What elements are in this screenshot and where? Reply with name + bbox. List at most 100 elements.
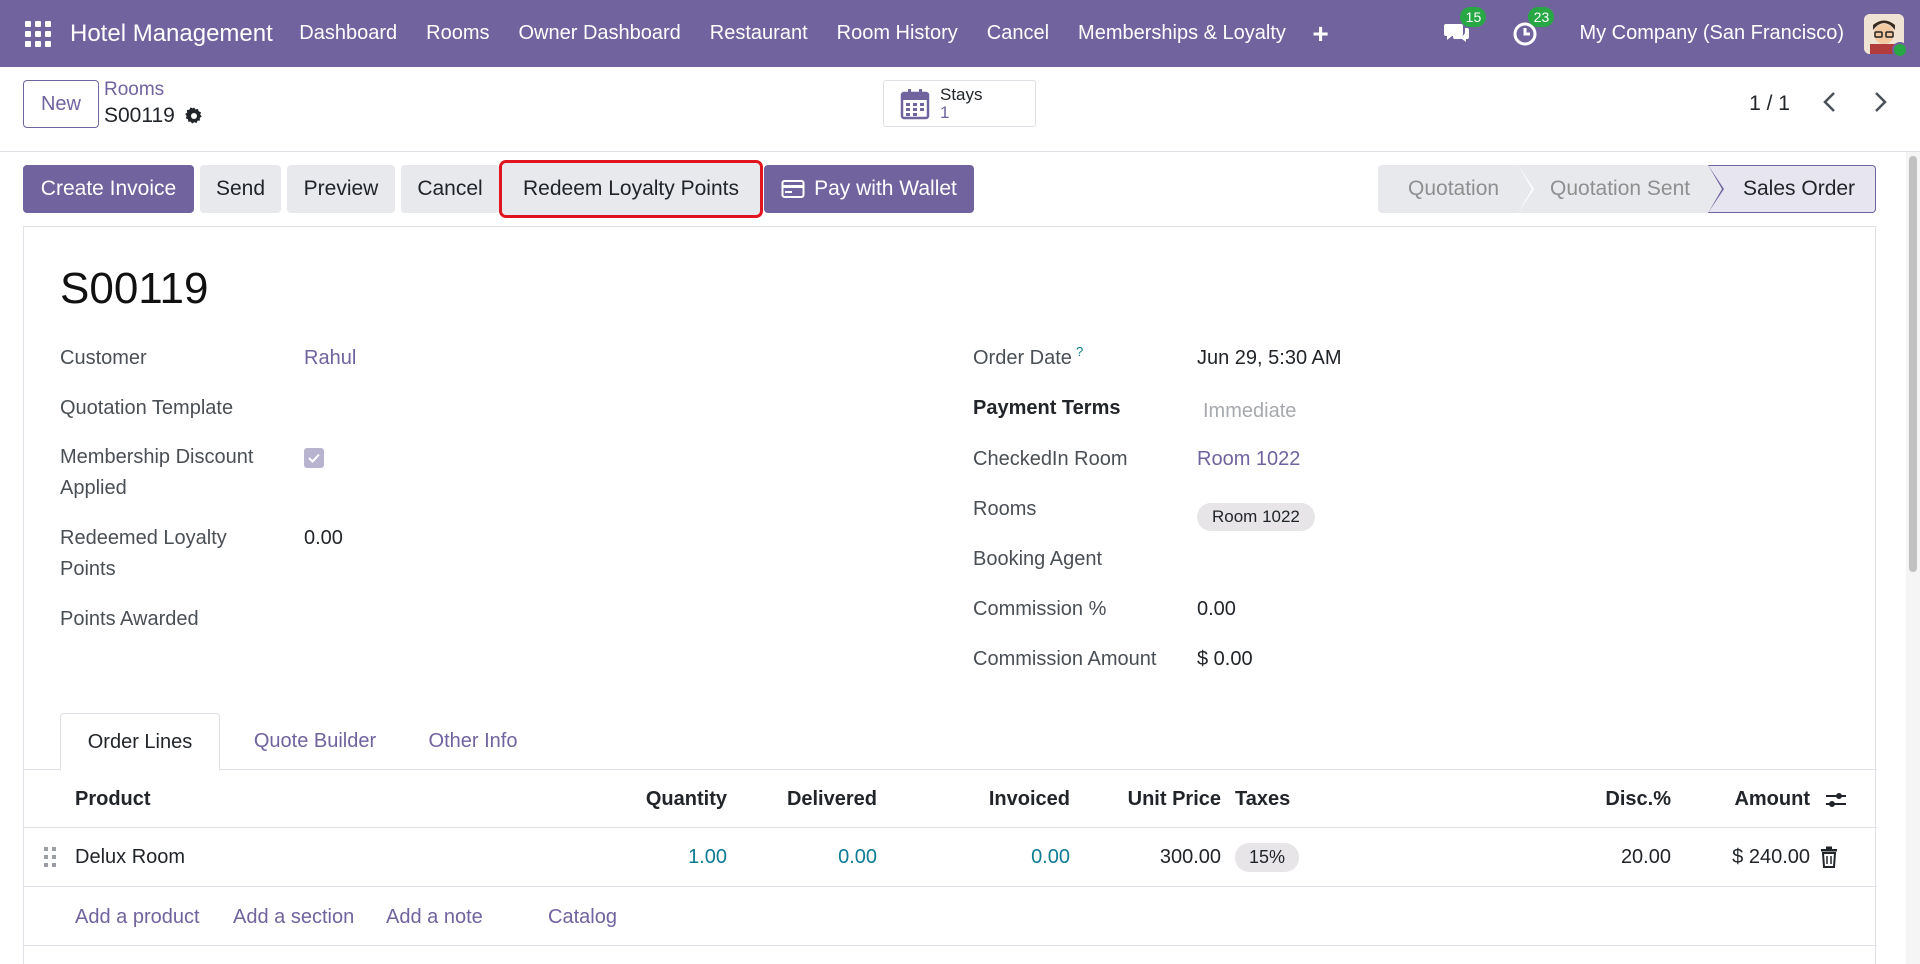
stays-value: 1 (940, 102, 950, 122)
stage-quotation-sent-label: Quotation Sent (1550, 177, 1691, 200)
column-invoiced[interactable]: Invoiced (954, 770, 1070, 828)
create-invoice-button[interactable]: Create Invoice (23, 165, 194, 213)
commission-amount-field[interactable]: $ 0.00 (1197, 644, 1253, 675)
activities-badge: 23 (1528, 6, 1555, 27)
column-amount[interactable]: Amount (1684, 770, 1810, 828)
order-date-label: Order Date? (973, 343, 1083, 375)
stage-arrow (1518, 165, 1532, 213)
pager-value[interactable]: 1 / 1 (1749, 92, 1790, 116)
table-row[interactable]: Delux Room 1.00 0.00 0.00 300.00 15% 20.… (24, 828, 1877, 887)
cell-product[interactable]: Delux Room (75, 828, 185, 886)
points-awarded-label: Points Awarded (60, 608, 199, 630)
tab-order-lines[interactable]: Order Lines (60, 713, 220, 771)
breadcrumb-rooms[interactable]: Rooms (104, 79, 164, 101)
scrollbar-thumb[interactable] (1909, 156, 1917, 572)
cell-tax-tag[interactable]: 15% (1235, 843, 1300, 872)
column-product[interactable]: Product (75, 770, 151, 828)
redeemed-points-label-line2: Points (60, 558, 116, 580)
payment-terms-label: Payment Terms (973, 397, 1121, 419)
menu-item-cancel[interactable]: Cancel (972, 22, 1063, 45)
column-taxes[interactable]: Taxes (1235, 770, 1290, 828)
redeem-loyalty-points-button[interactable]: Redeem Loyalty Points (499, 160, 763, 218)
column-delivered[interactable]: Delivered (764, 770, 877, 828)
stage-quotation-sent[interactable]: Quotation Sent (1518, 165, 1724, 213)
customer-label: Customer (60, 347, 147, 369)
menu-item-room-history[interactable]: Room History (822, 22, 972, 45)
top-navbar: Hotel Management Dashboard Rooms Owner D… (0, 0, 1920, 67)
stage-arrow (1708, 165, 1722, 213)
cell-discount[interactable]: 20.00 (1554, 828, 1671, 886)
membership-discount-checkbox[interactable] (304, 448, 324, 468)
stage-quotation[interactable]: Quotation (1378, 165, 1534, 213)
add-product-link[interactable]: Add a product (75, 888, 200, 946)
form-sheet: S00119 Customer Rahul Quotation Template… (23, 226, 1877, 964)
customer-field[interactable]: Rahul (304, 343, 356, 374)
menu-item-rooms[interactable]: Rooms (412, 22, 504, 45)
send-button[interactable]: Send (200, 165, 281, 213)
user-avatar[interactable] (1864, 13, 1908, 58)
preview-button[interactable]: Preview (287, 165, 395, 213)
quotation-template-label: Quotation Template (60, 397, 234, 419)
stays-label: Stays (940, 84, 983, 104)
activities-button[interactable]: 23 (1511, 6, 1555, 49)
column-quantity[interactable]: Quantity (624, 770, 727, 828)
messages-button[interactable]: 15 (1443, 6, 1487, 49)
plus-icon[interactable]: + (1312, 18, 1328, 50)
column-unit-price[interactable]: Unit Price (1094, 770, 1221, 828)
trash-icon[interactable] (1820, 846, 1838, 868)
cell-invoiced[interactable]: 0.00 (954, 828, 1070, 886)
notebook-tabs: Order Lines Quote Builder Other Info (24, 713, 1877, 771)
credit-card-icon (781, 180, 805, 198)
order-date-label-text: Order Date (973, 347, 1072, 369)
gear-icon[interactable] (184, 106, 204, 126)
chevron-left-icon[interactable] (1818, 89, 1842, 115)
order-date-field[interactable]: Jun 29, 5:30 AM (1197, 343, 1342, 374)
pay-with-wallet-label: Pay with Wallet (814, 177, 957, 200)
help-tooltip-icon[interactable]: ? (1076, 344, 1083, 359)
chevron-right-icon[interactable] (1868, 89, 1892, 115)
status-stages: Quotation Quotation Sent Sales Order (1378, 165, 1876, 213)
drag-handle-icon[interactable] (44, 847, 56, 867)
rooms-label: Rooms (973, 498, 1037, 520)
company-switcher[interactable]: My Company (San Francisco) (1579, 22, 1844, 45)
column-discount[interactable]: Disc.% (1554, 770, 1671, 828)
tab-other-info[interactable]: Other Info (408, 713, 538, 770)
redeemed-points-label-line1: Redeemed Loyalty (60, 527, 227, 549)
commission-percent-label: Commission % (973, 598, 1107, 620)
app-brand[interactable]: Hotel Management (70, 20, 273, 48)
breadcrumb-current: S00119 (104, 104, 204, 128)
page-scrollbar[interactable] (1906, 152, 1920, 964)
payment-terms-field[interactable]: Immediate (1203, 396, 1296, 427)
add-section-link[interactable]: Add a section (233, 888, 354, 946)
cell-quantity[interactable]: 1.00 (624, 828, 727, 886)
new-button[interactable]: New (23, 80, 99, 128)
redeemed-points-field[interactable]: 0.00 (304, 523, 343, 554)
cell-unit-price[interactable]: 300.00 (1094, 828, 1221, 886)
checkedin-room-field[interactable]: Room 1022 (1197, 444, 1300, 475)
booking-agent-label: Booking Agent (973, 548, 1102, 570)
control-panel: New Rooms S00119 Stays 1 1 / 1 (0, 67, 1920, 152)
menu-item-owner-dashboard[interactable]: Owner Dashboard (504, 22, 695, 45)
add-note-link[interactable]: Add a note (386, 888, 483, 946)
checkedin-room-label: CheckedIn Room (973, 448, 1128, 470)
catalog-link[interactable]: Catalog (548, 888, 617, 946)
calendar-icon (900, 88, 930, 119)
room-tag[interactable]: Room 1022 (1197, 503, 1315, 531)
membership-discount-label-line1: Membership Discount (60, 446, 254, 468)
pay-with-wallet-button[interactable]: Pay with Wallet (764, 165, 974, 213)
stage-sales-order-label: Sales Order (1743, 177, 1856, 200)
commission-percent-field[interactable]: 0.00 (1197, 594, 1236, 625)
cancel-button[interactable]: Cancel (401, 165, 499, 213)
checkmark-icon (308, 453, 320, 463)
tab-quote-builder[interactable]: Quote Builder (240, 713, 390, 770)
menu-item-restaurant[interactable]: Restaurant (695, 22, 822, 45)
stage-sales-order[interactable]: Sales Order (1708, 165, 1876, 213)
record-title: S00119 (60, 264, 209, 313)
stays-smart-button[interactable]: Stays 1 (883, 80, 1036, 127)
column-settings-icon[interactable] (1824, 789, 1848, 811)
main-menu: Dashboard Rooms Owner Dashboard Restaura… (285, 0, 1329, 67)
menu-item-dashboard[interactable]: Dashboard (285, 22, 412, 45)
menu-item-memberships-loyalty[interactable]: Memberships & Loyalty (1064, 22, 1301, 45)
cell-delivered[interactable]: 0.00 (764, 828, 877, 886)
app-grid-icon[interactable] (25, 20, 51, 47)
